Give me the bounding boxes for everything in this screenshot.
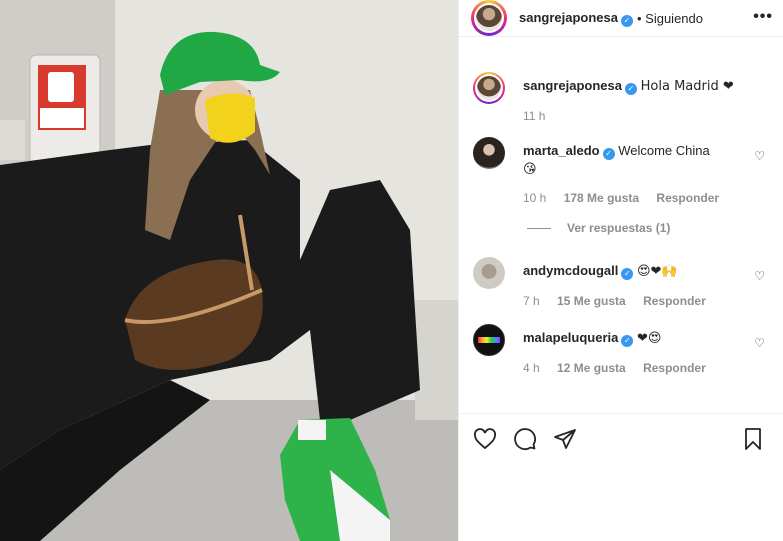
comment-username[interactable]: marta_aledo <box>523 143 600 158</box>
caption-text: Hola Madrid ❤ <box>640 79 734 94</box>
comment-avatar[interactable] <box>473 137 505 169</box>
reply-button[interactable]: Responder <box>643 361 706 375</box>
heart-icon[interactable] <box>471 425 499 453</box>
comment-text: Welcome China <box>618 143 710 158</box>
post-photo[interactable] <box>0 0 458 541</box>
post-actions-bar <box>459 413 783 464</box>
comment-avatar[interactable] <box>473 257 505 289</box>
comment-username[interactable]: malapeluqueria <box>523 330 618 345</box>
view-replies-label[interactable]: Ver respuestas (1) <box>567 221 670 235</box>
comment-username[interactable]: andymcdougall <box>523 263 618 278</box>
post-side-panel: sangrejaponesa ✓ • Siguiendo ••• sangreja… <box>458 0 783 541</box>
like-comment-heart-icon[interactable]: ♡ <box>754 149 765 163</box>
caption-avatar[interactable] <box>473 72 505 104</box>
author-avatar[interactable] <box>471 0 507 36</box>
like-comment-heart-icon[interactable]: ♡ <box>754 336 765 350</box>
comment-emoji: 😘 <box>523 162 537 177</box>
comment-avatar[interactable] <box>473 324 505 356</box>
author-username-text[interactable]: sangrejaponesa <box>519 10 618 25</box>
verified-badge-icon: ✓ <box>602 148 615 160</box>
bookmark-icon[interactable] <box>739 425 767 453</box>
comment-likes[interactable]: 15 Me gusta <box>557 294 626 308</box>
comment-likes[interactable]: 178 Me gusta <box>564 191 639 205</box>
comment-text: 😍❤🙌 <box>636 264 678 279</box>
caption-time[interactable]: 11 h <box>523 109 545 123</box>
share-icon[interactable] <box>551 425 579 453</box>
caption-username[interactable]: sangrejaponesa <box>523 78 622 93</box>
comment-time[interactable]: 10 h <box>523 191 546 205</box>
comment-time[interactable]: 7 h <box>523 294 540 308</box>
view-replies-button[interactable]: Ver respuestas (1) <box>527 221 769 235</box>
verified-badge-icon: ✓ <box>625 83 637 95</box>
comment-text: ❤😍 <box>637 331 662 346</box>
verified-badge-icon: ✓ <box>621 335 634 347</box>
reply-button[interactable]: Responder <box>656 191 719 205</box>
replies-divider <box>527 227 551 229</box>
comment-item: marta_aledo ✓ Welcome China 😘 10 h 178 Me… <box>473 137 769 207</box>
author-username[interactable]: sangrejaponesa ✓ <box>519 9 633 27</box>
post-header: sangrejaponesa ✓ • Siguiendo ••• <box>459 0 783 37</box>
comment-item: malapeluqueria ✓ ❤😍 4 h 12 Me gusta Respo… <box>473 324 769 377</box>
verified-badge-icon: ✓ <box>621 268 634 280</box>
more-options-icon[interactable]: ••• <box>753 8 773 26</box>
like-comment-heart-icon[interactable]: ♡ <box>754 269 765 283</box>
comment-likes[interactable]: 12 Me gusta <box>557 361 626 375</box>
post-photo-image <box>0 0 458 541</box>
follow-status[interactable]: • Siguiendo <box>637 11 703 26</box>
verified-badge-icon: ✓ <box>621 15 633 27</box>
caption: sangrejaponesa ✓ Hola Madrid ❤ 11 h <box>473 72 769 125</box>
reply-button[interactable]: Responder <box>643 294 706 308</box>
comment-time[interactable]: 4 h <box>523 361 540 375</box>
comment-item: andymcdougall ✓ 😍❤🙌 7 h 15 Me gusta Respo… <box>473 257 769 310</box>
comments-list[interactable]: sangrejaponesa ✓ Hola Madrid ❤ 11 h marta… <box>459 72 783 413</box>
comment-icon[interactable] <box>511 425 539 453</box>
